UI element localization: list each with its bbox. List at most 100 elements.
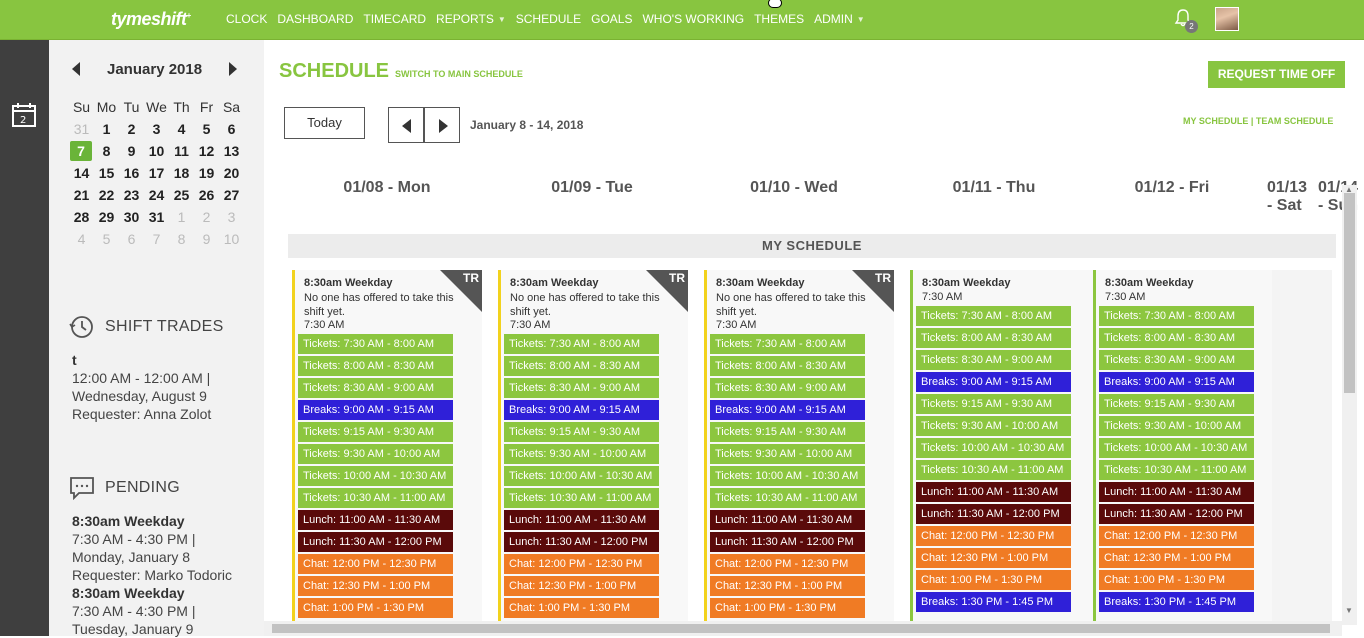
today-button[interactable]: Today bbox=[284, 107, 365, 139]
nav-item-schedule[interactable]: SCHEDULE bbox=[516, 12, 581, 26]
schedule-block-tickets[interactable]: Tickets: 9:15 AM - 9:30 AM bbox=[916, 394, 1071, 414]
calendar-day[interactable]: 5 bbox=[94, 228, 119, 250]
schedule-block-tickets[interactable]: Tickets: 8:00 AM - 8:30 AM bbox=[916, 328, 1071, 348]
schedule-block-chat[interactable]: Chat: 12:30 PM - 1:00 PM bbox=[298, 576, 453, 596]
schedule-block-chat[interactable]: Chat: 12:30 PM - 1:00 PM bbox=[504, 576, 659, 596]
schedule-block-tickets[interactable]: Tickets: 9:30 AM - 10:00 AM bbox=[504, 444, 659, 464]
schedule-block-tickets[interactable]: Tickets: 10:30 AM - 11:00 AM bbox=[1099, 460, 1254, 480]
vertical-scroll-thumb[interactable] bbox=[1344, 193, 1355, 393]
horizontal-scroll-thumb[interactable] bbox=[272, 624, 1330, 633]
scroll-down-arrow-icon[interactable]: ▼ bbox=[1345, 607, 1353, 615]
schedule-block-breaks[interactable]: Breaks: 9:00 AM - 9:15 AM bbox=[504, 400, 659, 420]
calendar-day[interactable]: 24 bbox=[144, 184, 169, 206]
schedule-block-tickets[interactable]: Tickets: 10:30 AM - 11:00 AM bbox=[298, 488, 453, 508]
calendar-day[interactable]: 6 bbox=[119, 228, 144, 250]
schedule-block-chat[interactable]: Chat: 1:00 PM - 1:30 PM bbox=[298, 598, 453, 618]
calendar-day[interactable]: 3 bbox=[144, 118, 169, 140]
schedule-block-chat[interactable]: Chat: 1:00 PM - 1:30 PM bbox=[916, 570, 1071, 590]
calendar-day[interactable]: 16 bbox=[119, 162, 144, 184]
schedule-block-lunch[interactable]: Lunch: 11:00 AM - 11:30 AM bbox=[298, 510, 453, 530]
calendar-day[interactable]: 28 bbox=[69, 206, 94, 228]
calendar-icon[interactable]: 2 bbox=[12, 103, 36, 127]
team-schedule-link[interactable]: TEAM SCHEDULE bbox=[1256, 116, 1334, 126]
schedule-block-lunch[interactable]: Lunch: 11:00 AM - 11:30 AM bbox=[710, 510, 865, 530]
switch-to-main-schedule-link[interactable]: SWITCH TO MAIN SCHEDULE bbox=[395, 69, 523, 79]
horizontal-scrollbar[interactable] bbox=[264, 621, 1342, 636]
schedule-block-breaks[interactable]: Breaks: 9:00 AM - 9:15 AM bbox=[916, 372, 1071, 392]
nav-item-timecard[interactable]: TIMECARD bbox=[363, 12, 426, 26]
calendar-day[interactable]: 12 bbox=[194, 140, 219, 162]
schedule-block-lunch[interactable]: Lunch: 11:30 AM - 12:00 PM bbox=[298, 532, 453, 552]
calendar-day[interactable]: 10 bbox=[144, 140, 169, 162]
calendar-day[interactable]: 4 bbox=[169, 118, 194, 140]
schedule-block-tickets[interactable]: Tickets: 9:15 AM - 9:30 AM bbox=[504, 422, 659, 442]
calendar-day[interactable]: 17 bbox=[144, 162, 169, 184]
schedule-block-chat[interactable]: Chat: 12:00 PM - 12:30 PM bbox=[298, 554, 453, 574]
notifications-bell-icon[interactable]: 2 bbox=[1173, 8, 1198, 33]
calendar-day[interactable]: 1 bbox=[94, 118, 119, 140]
schedule-block-tickets[interactable]: Tickets: 10:00 AM - 10:30 AM bbox=[504, 466, 659, 486]
schedule-block-tickets[interactable]: Tickets: 10:00 AM - 10:30 AM bbox=[1099, 438, 1254, 458]
prev-week-button[interactable] bbox=[388, 107, 424, 143]
schedule-block-chat[interactable]: Chat: 12:00 PM - 12:30 PM bbox=[710, 554, 865, 574]
pending-item[interactable]: 8:30am Weekday 7:30 AM - 4:30 PM | Tuesday… bbox=[72, 584, 232, 638]
schedule-block-tickets[interactable]: Tickets: 8:30 AM - 9:00 AM bbox=[1099, 350, 1254, 370]
my-schedule-link[interactable]: MY SCHEDULE bbox=[1183, 116, 1248, 126]
calendar-day[interactable]: 5 bbox=[194, 118, 219, 140]
shift-trade-item[interactable]: t 12:00 AM - 12:00 AM | Wednesday, August… bbox=[72, 351, 211, 423]
schedule-block-chat[interactable]: Chat: 12:00 PM - 12:30 PM bbox=[916, 526, 1071, 546]
calendar-prev-month-icon[interactable] bbox=[72, 62, 80, 76]
calendar-day[interactable]: 25 bbox=[169, 184, 194, 206]
calendar-day[interactable]: 10 bbox=[219, 228, 244, 250]
calendar-day[interactable]: 3 bbox=[219, 206, 244, 228]
trade-flag-icon[interactable]: TR bbox=[440, 270, 482, 312]
schedule-block-breaks[interactable]: Breaks: 1:30 PM - 1:45 PM bbox=[916, 592, 1071, 612]
schedule-block-tickets[interactable]: Tickets: 9:30 AM - 10:00 AM bbox=[298, 444, 453, 464]
schedule-block-tickets[interactable]: Tickets: 10:00 AM - 10:30 AM bbox=[710, 466, 865, 486]
nav-item-goals[interactable]: GOALS bbox=[591, 12, 632, 26]
schedule-block-tickets[interactable]: Tickets: 9:15 AM - 9:30 AM bbox=[710, 422, 865, 442]
schedule-block-tickets[interactable]: Tickets: 8:00 AM - 8:30 AM bbox=[504, 356, 659, 376]
schedule-block-tickets[interactable]: Tickets: 9:15 AM - 9:30 AM bbox=[1099, 394, 1254, 414]
calendar-day[interactable]: 8 bbox=[169, 228, 194, 250]
schedule-block-tickets[interactable]: Tickets: 10:30 AM - 11:00 AM bbox=[916, 460, 1071, 480]
calendar-day[interactable]: 15 bbox=[94, 162, 119, 184]
schedule-block-tickets[interactable]: Tickets: 8:30 AM - 9:00 AM bbox=[916, 350, 1071, 370]
schedule-block-lunch[interactable]: Lunch: 11:30 AM - 12:00 PM bbox=[1099, 504, 1254, 524]
calendar-day[interactable]: 20 bbox=[219, 162, 244, 184]
calendar-day[interactable]: 31 bbox=[144, 206, 169, 228]
schedule-block-tickets[interactable]: Tickets: 9:30 AM - 10:00 AM bbox=[710, 444, 865, 464]
schedule-block-breaks[interactable]: Breaks: 9:00 AM - 9:15 AM bbox=[710, 400, 865, 420]
calendar-day[interactable]: 22 bbox=[94, 184, 119, 206]
nav-item-who-s-working[interactable]: WHO'S WORKING bbox=[642, 12, 744, 26]
calendar-day[interactable]: 29 bbox=[94, 206, 119, 228]
calendar-day[interactable]: 8 bbox=[94, 140, 119, 162]
shift-name[interactable]: 8:30am Weekday bbox=[304, 277, 392, 289]
schedule-block-lunch[interactable]: Lunch: 11:30 AM - 12:00 PM bbox=[916, 504, 1071, 524]
calendar-day[interactable]: 2 bbox=[119, 118, 144, 140]
calendar-day[interactable]: 7 bbox=[144, 228, 169, 250]
pending-item[interactable]: 8:30am Weekday 7:30 AM - 4:30 PM | Monday,… bbox=[72, 512, 232, 584]
schedule-block-tickets[interactable]: Tickets: 8:30 AM - 9:00 AM bbox=[298, 378, 453, 398]
calendar-day[interactable]: 9 bbox=[119, 140, 144, 162]
schedule-block-breaks[interactable]: Breaks: 9:00 AM - 9:15 AM bbox=[298, 400, 453, 420]
schedule-block-tickets[interactable]: Tickets: 7:30 AM - 8:00 AM bbox=[298, 334, 453, 354]
schedule-block-chat[interactable]: Chat: 1:00 PM - 1:30 PM bbox=[1099, 570, 1254, 590]
calendar-next-month-icon[interactable] bbox=[229, 62, 237, 76]
schedule-block-tickets[interactable]: Tickets: 8:30 AM - 9:00 AM bbox=[504, 378, 659, 398]
calendar-day[interactable]: 11 bbox=[169, 140, 194, 162]
schedule-block-tickets[interactable]: Tickets: 10:00 AM - 10:30 AM bbox=[298, 466, 453, 486]
schedule-block-tickets[interactable]: Tickets: 7:30 AM - 8:00 AM bbox=[504, 334, 659, 354]
shift-name[interactable]: 8:30am Weekday bbox=[510, 277, 598, 289]
calendar-day[interactable]: 9 bbox=[194, 228, 219, 250]
calendar-day[interactable]: 19 bbox=[194, 162, 219, 184]
calendar-day[interactable]: 2 bbox=[194, 206, 219, 228]
schedule-block-chat[interactable]: Chat: 12:30 PM - 1:00 PM bbox=[1099, 548, 1254, 568]
schedule-block-tickets[interactable]: Tickets: 9:30 AM - 10:00 AM bbox=[1099, 416, 1254, 436]
calendar-day[interactable]: 1 bbox=[169, 206, 194, 228]
calendar-day[interactable]: 26 bbox=[194, 184, 219, 206]
schedule-block-tickets[interactable]: Tickets: 10:00 AM - 10:30 AM bbox=[916, 438, 1071, 458]
calendar-day[interactable]: 6 bbox=[219, 118, 244, 140]
calendar-day[interactable]: 21 bbox=[69, 184, 94, 206]
schedule-block-tickets[interactable]: Tickets: 8:00 AM - 8:30 AM bbox=[710, 356, 865, 376]
